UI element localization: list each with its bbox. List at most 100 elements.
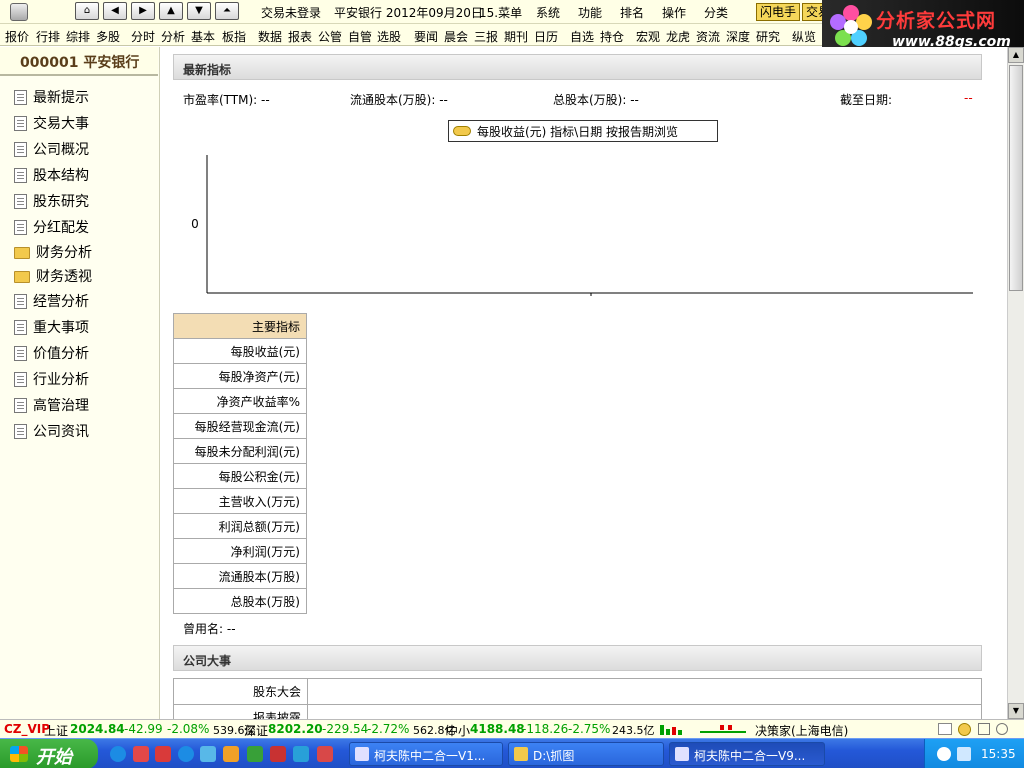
sidebar-item-value-analysis[interactable]: 价值分析 [14,342,89,364]
server-name: 决策家(上海电信) [755,724,849,738]
document-icon [14,141,27,157]
menubar-item[interactable]: 持仓 [600,28,624,45]
flash-trade-button[interactable]: 闪电手 [756,3,801,21]
ie-icon [355,747,369,761]
eps-chart: 0 [191,155,973,296]
menubar-item[interactable]: 自管 [348,28,372,45]
task-label: 柯夫陈中二合一V9... [694,749,806,763]
ie-icon[interactable] [110,746,126,762]
menubar-item[interactable]: 龙虎 [666,28,690,45]
total-shares: 总股本(万股): -- [553,93,639,107]
market-breadth-bars [660,725,746,735]
menu-category[interactable]: 分类 [704,4,728,21]
app-icon[interactable] [155,746,171,762]
volume-icon[interactable] [957,747,971,761]
start-button[interactable]: 开始 [0,739,98,768]
sidebar-item-trade-events[interactable]: 交易大事 [14,112,89,134]
menubar-item[interactable]: 资流 [696,28,720,45]
task-button-folder[interactable]: D:\抓图 [508,742,664,766]
menubar-item[interactable]: 纵览 [792,28,816,45]
sidebar-item-governance[interactable]: 高管治理 [14,394,89,416]
coin-icon[interactable] [958,723,971,736]
bottle-icon[interactable] [200,746,216,762]
lh-icon[interactable] [223,746,239,762]
menubar-item[interactable]: 研究 [756,28,780,45]
menubar-item[interactable]: 晨会 [444,28,468,45]
main-content: 最新指标 市盈率(TTM): -- 流通股本(万股): -- 总股本(万股): … [161,47,1007,719]
menubar-item[interactable]: 板指 [222,28,246,45]
task-label: D:\抓图 [533,749,575,763]
indicator-row: 流通股本(万股) [173,563,307,589]
chart-app-icon[interactable] [247,746,263,762]
menubar-item[interactable]: 多股 [96,28,120,45]
browser-icon[interactable] [133,746,149,762]
sme-index-pct: -2.75% [568,722,611,736]
mail-icon[interactable] [938,723,952,735]
scroll-thumb[interactable] [1009,65,1023,291]
menu-function[interactable]: 功能 [578,4,602,21]
menubar-item[interactable]: 日历 [534,28,558,45]
menubar-item[interactable]: 宏观 [636,28,660,45]
menu-system[interactable]: 系统 [536,4,560,21]
plus-icon[interactable] [270,746,286,762]
menubar-item[interactable]: 要闻 [414,28,438,45]
menubar-item[interactable]: 选股 [377,28,401,45]
down-button[interactable]: ▼ [187,2,211,20]
sidebar-item-latest-tips[interactable]: 最新提示 [14,86,89,108]
menubar-item[interactable]: 公管 [318,28,342,45]
sme-index-name: 中小 [446,724,471,738]
indicator-row: 每股公积金(元) [173,463,307,489]
menubar-item[interactable]: 三报 [474,28,498,45]
sidebar-item-shareholder-research[interactable]: 股东研究 [14,190,89,212]
sidebar-item-operation-analysis[interactable]: 经营分析 [14,290,89,312]
scroll-up-arrow-icon[interactable]: ▲ [1008,47,1024,63]
task-button-app1[interactable]: 柯夫陈中二合一V1... [349,742,503,766]
top-button[interactable]: ⏶ [215,2,239,20]
sidebar-item-dividends[interactable]: 分红配发 [14,216,89,238]
chart-legend[interactable]: 每股收益(元) 指标\日期 按报告期浏览 [448,120,718,142]
forward-button[interactable]: ▶ [131,2,155,20]
menubar-item[interactable]: 自选 [570,28,594,45]
sidebar-item-label: 财务分析 [36,245,92,261]
menubar-item[interactable]: 分时 [131,28,155,45]
event-row-value [307,704,982,719]
menu-main[interactable]: 15.菜单 [479,4,522,21]
network-icon[interactable] [978,723,990,735]
menubar-item[interactable]: 报价 [5,28,29,45]
tray-arrow-icon[interactable] [937,747,951,761]
back-button[interactable]: ◀ [103,2,127,20]
sh-index-change: -42.99 [124,722,163,736]
menubar-item[interactable]: 深度 [726,28,750,45]
document-icon [14,115,27,131]
menu-ranking[interactable]: 排名 [620,4,644,21]
ie-icon[interactable] [178,746,194,762]
menu-operation[interactable]: 操作 [662,4,686,21]
menubar-item[interactable]: 期刊 [504,28,528,45]
menubar-item[interactable]: 综排 [66,28,90,45]
sidebar-item-major-events[interactable]: 重大事项 [14,316,89,338]
help-icon[interactable] [996,723,1008,735]
sidebar-item-financial-analysis[interactable]: 财务分析 [14,241,92,263]
sidebar-item-company-news[interactable]: 公司资讯 [14,420,89,442]
sz-index-change: -229.54 [322,722,369,736]
sidebar-item-industry-analysis[interactable]: 行业分析 [14,368,89,390]
home-button[interactable]: ⌂ [75,2,99,20]
sme-index-value: 4188.48 [470,722,525,736]
up-button[interactable]: ▲ [159,2,183,20]
vertical-scrollbar[interactable]: ▲ ▼ [1007,47,1024,719]
tool-icon[interactable] [317,746,333,762]
sidebar-item-share-structure[interactable]: 股本结构 [14,164,89,186]
system-tray: 15:35 [924,739,1024,768]
task-button-app2[interactable]: 柯夫陈中二合一V9... [669,742,825,766]
document-icon [14,319,27,335]
scroll-down-arrow-icon[interactable]: ▼ [1008,703,1024,719]
indicator-row: 净利润(万元) [173,538,307,564]
menubar-item[interactable]: 行排 [36,28,60,45]
menubar-item[interactable]: 分析 [161,28,185,45]
sidebar-item-financial-perspective[interactable]: 财务透视 [14,265,92,287]
camera-icon[interactable] [293,746,309,762]
menubar-item[interactable]: 报表 [288,28,312,45]
menubar-item[interactable]: 数据 [258,28,282,45]
menubar-item[interactable]: 基本 [191,28,215,45]
sidebar-item-company-overview[interactable]: 公司概况 [14,138,89,160]
